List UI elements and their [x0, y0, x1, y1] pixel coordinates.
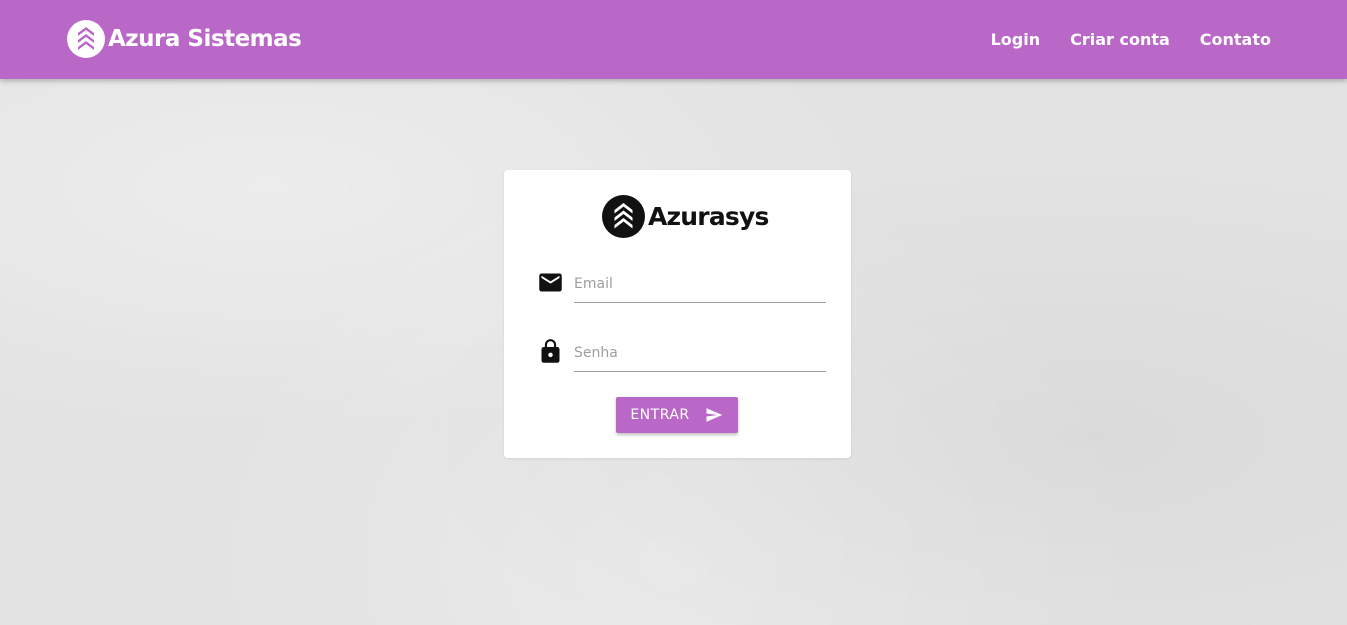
- nav-contact-link[interactable]: Contato: [1200, 30, 1271, 49]
- enter-button-label: ENTRAR: [630, 407, 690, 423]
- password-field-group: [537, 334, 827, 374]
- send-icon: [706, 408, 722, 422]
- lock-icon: [541, 339, 560, 363]
- brand-link[interactable]: Azura Sistemas: [67, 20, 302, 58]
- nav-login-link[interactable]: Login: [991, 30, 1041, 49]
- email-field-group: [537, 265, 827, 305]
- top-navbar: Azura Sistemas Login Criar conta Contato: [0, 0, 1347, 79]
- email-icon: [539, 273, 562, 292]
- main-nav: Login Criar conta Contato: [961, 0, 1271, 79]
- card-logo: Azurasys: [602, 195, 769, 238]
- email-input[interactable]: [574, 265, 826, 303]
- password-input[interactable]: [574, 334, 826, 372]
- brand-logo-icon: [67, 20, 105, 58]
- login-card: Azurasys ENTRAR: [504, 170, 851, 458]
- azurasys-logo-icon: [602, 195, 645, 238]
- enter-button[interactable]: ENTRAR: [616, 397, 738, 433]
- card-logo-text: Azurasys: [648, 202, 769, 231]
- brand-name: Azura Sistemas: [108, 26, 302, 52]
- nav-create-account-link[interactable]: Criar conta: [1070, 30, 1170, 49]
